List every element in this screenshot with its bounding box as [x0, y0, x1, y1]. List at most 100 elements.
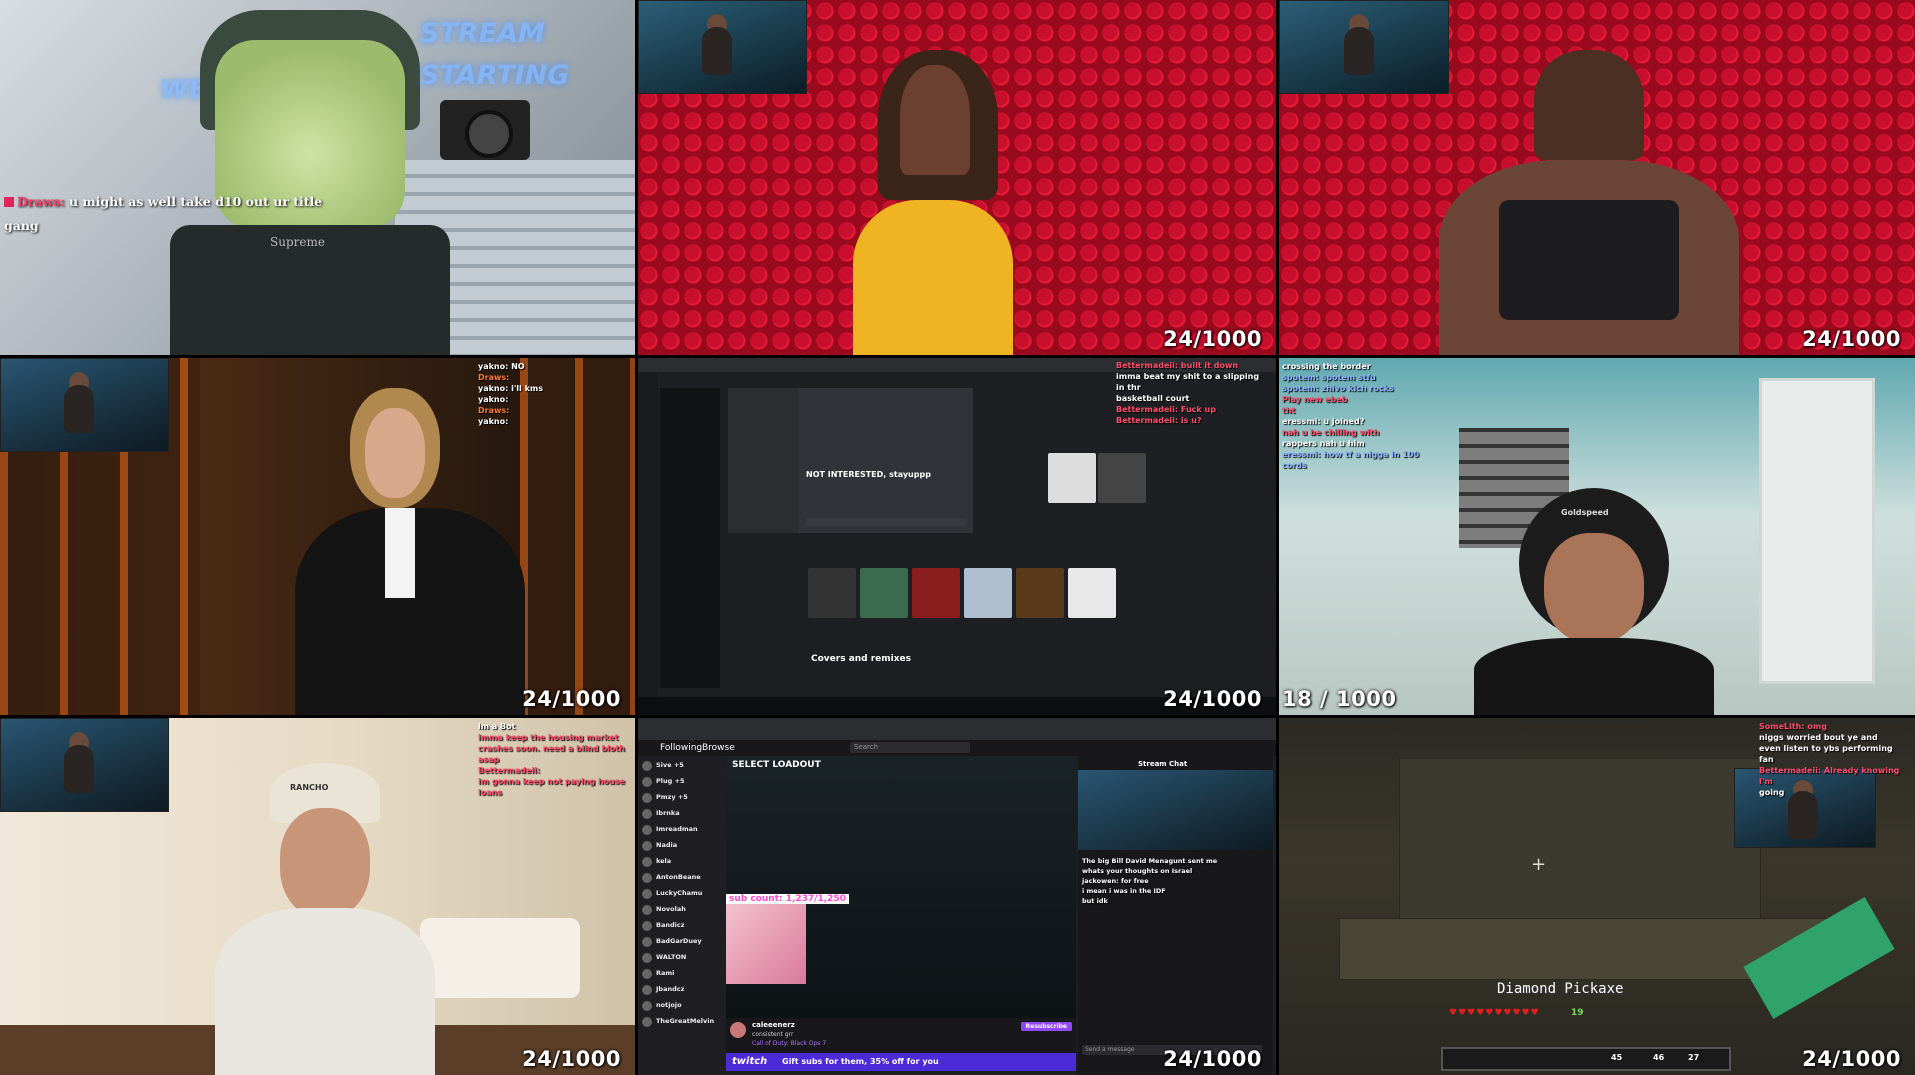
dm-list: [728, 388, 798, 533]
nav-following[interactable]: Following: [660, 743, 702, 753]
yellow-dress: [853, 200, 1013, 355]
channel-name: Rami: [656, 969, 675, 977]
channel-item[interactable]: Plug +5: [642, 776, 720, 790]
channel-name: AntonBeane: [656, 873, 701, 881]
item-tooltip: Diamond Pickaxe: [1497, 981, 1624, 997]
channel-item[interactable]: TheGreatMelvin: [642, 1016, 720, 1030]
stream-tile-7[interactable]: RANCHO im a Bot imma keep the housing ma…: [0, 718, 635, 1075]
resubscribe-button[interactable]: Resubscribe: [1020, 1022, 1072, 1031]
chat-line: even listen to ybs performing fan: [1759, 744, 1893, 764]
stream-tile-8[interactable]: Following Browse Search Sive +5 Plug +5 Pm…: [638, 718, 1276, 1075]
channel-item[interactable]: notjojo: [642, 1000, 720, 1014]
album-cover[interactable]: [1016, 568, 1064, 618]
stream-chat-title: Stream Chat: [1138, 760, 1188, 768]
channel-item[interactable]: Bandicz: [642, 920, 720, 934]
album-cover[interactable]: [912, 568, 960, 618]
channel-item[interactable]: Nadia: [642, 840, 720, 854]
channel-avatar: [642, 985, 652, 995]
chat-line: im gonna keep not paying house loans: [478, 777, 626, 797]
channel-item[interactable]: Jbandcz: [642, 984, 720, 998]
beanie-text: Goldspeed: [1561, 508, 1609, 517]
chat-line: The big Bill David Menagunt sent me: [1082, 857, 1218, 865]
chat-line: yakno: NO: [478, 362, 525, 371]
channel-avatar: [642, 969, 652, 979]
streamer-name[interactable]: caleeenerz: [752, 1021, 795, 1029]
video-player[interactable]: SELECT LOADOUT sub count: 1,237/1,250: [726, 756, 1076, 1056]
chat-line: Bettermadeii: Fuck up: [1116, 405, 1216, 414]
channel-item[interactable]: LuckyChamu: [642, 888, 720, 902]
channel-avatar: [642, 777, 652, 787]
lego-body: Supreme: [170, 225, 450, 355]
channel-item[interactable]: Novolah: [642, 904, 720, 918]
chat-line: imma beat my shit to a slipping in thr: [1116, 372, 1260, 392]
channel-name: Bandicz: [656, 921, 685, 929]
person-face: [900, 65, 970, 175]
subscriber-counter: 24/1000: [522, 687, 621, 711]
channel-item[interactable]: Imreadman: [642, 824, 720, 838]
album-cover[interactable]: [1048, 453, 1096, 503]
chat-line: im a Bot: [478, 722, 516, 731]
stream-tile-9[interactable]: + Diamond Pickaxe ♥♥♥♥♥♥♥♥♥♥ 19 45 46 27…: [1279, 718, 1915, 1075]
hotbar-count: 27: [1688, 1053, 1700, 1062]
channel-item[interactable]: Ibrnka: [642, 808, 720, 822]
channel-item[interactable]: BadGarDuey: [642, 936, 720, 950]
channel-avatar: [642, 905, 652, 915]
album-cover[interactable]: [1068, 568, 1116, 618]
album-cover[interactable]: [1098, 453, 1146, 503]
stream-tile-5[interactable]: NOT INTERESTED, stayuppp Covers and remi…: [638, 358, 1276, 715]
chat-line: i mean i was in the IDF: [1082, 887, 1166, 895]
chat-line: going: [1759, 788, 1785, 797]
chat-messages: The big Bill David Menagunt sent me what…: [1082, 856, 1267, 906]
chat-line: eressmi: u joined?: [1282, 417, 1365, 426]
send-placeholder: Send a message: [1085, 1046, 1135, 1053]
channel-avatar: [642, 809, 652, 819]
channel-item[interactable]: AntonBeane: [642, 872, 720, 886]
stream-tile-2[interactable]: 24/1000: [638, 0, 1276, 355]
overlay-chat: yakno: NO Draws: yakno: i'll kms yakno: …: [478, 361, 628, 427]
hotbar[interactable]: 45 46 27: [1441, 1047, 1731, 1071]
cam-overlay: [726, 904, 806, 984]
chat-line: crossing the border: [1282, 362, 1371, 371]
game-link[interactable]: Call of Duty: Black Ops 7: [752, 1040, 826, 1047]
channel-item[interactable]: Rami: [642, 968, 720, 982]
chat-line: yakno:: [478, 417, 509, 426]
overlay-chat: SomeLith: omg niggs worried bout ye and …: [1759, 721, 1909, 798]
facecam-body: [1343, 26, 1374, 75]
channel-name: Plug +5: [656, 777, 685, 785]
message-input[interactable]: [806, 518, 966, 526]
nav-browse[interactable]: Browse: [702, 743, 735, 753]
section-title: Covers and remixes: [811, 654, 912, 664]
album-cover[interactable]: [964, 568, 1012, 618]
channel-name: TheGreatMelvin: [656, 1017, 715, 1025]
facecam-body: [64, 744, 95, 793]
hotbar-count: 45: [1611, 1053, 1623, 1062]
search-input[interactable]: Search: [850, 742, 970, 753]
channel-item[interactable]: kela: [642, 856, 720, 870]
overlay-chat: crossing the border spotem: spotem stfu …: [1282, 361, 1432, 471]
chat-line: spotem: zhivo kich rocks: [1282, 384, 1394, 393]
stream-tile-3[interactable]: 24/1000: [1279, 0, 1915, 355]
promo-banner[interactable]: twitch Gift subs for them, 35% off for y…: [726, 1053, 1076, 1071]
subscriber-counter: 24/1000: [1163, 1047, 1262, 1071]
stream-tile-6[interactable]: Goldspeed crossing the border spotem: sp…: [1279, 358, 1915, 715]
twitch-logo: twitch: [732, 1056, 768, 1067]
streamer-avatar[interactable]: [730, 1022, 746, 1038]
channel-item[interactable]: Pmzy +5: [642, 792, 720, 806]
stream-tile-4[interactable]: yakno: NO Draws: yakno: i'll kms yakno: …: [0, 358, 635, 715]
person-body: [1474, 638, 1714, 715]
channel-name: Ibrnka: [656, 809, 680, 817]
stream-tile-1[interactable]: WE Supreme STREAM STARTING Draws: u might…: [0, 0, 635, 355]
facecam-body: [64, 384, 95, 433]
subscriber-counter: 24/1000: [522, 1047, 621, 1071]
album-cover[interactable]: [860, 568, 908, 618]
album-cover[interactable]: [808, 568, 856, 618]
black-top: [1499, 200, 1679, 320]
channel-avatar: [642, 889, 652, 899]
chat-line: Bettermadeii:: [478, 766, 541, 775]
overlay-chat: im a Bot imma keep the housing market cr…: [478, 721, 633, 798]
channel-item[interactable]: WALTON: [642, 952, 720, 966]
chat-line: Bettermadeii: is u?: [1116, 416, 1202, 425]
channel-item[interactable]: Sive +5: [642, 760, 720, 774]
xp-level: 19: [1571, 1008, 1584, 1018]
subscriber-counter: 18 / 1000: [1282, 687, 1397, 711]
